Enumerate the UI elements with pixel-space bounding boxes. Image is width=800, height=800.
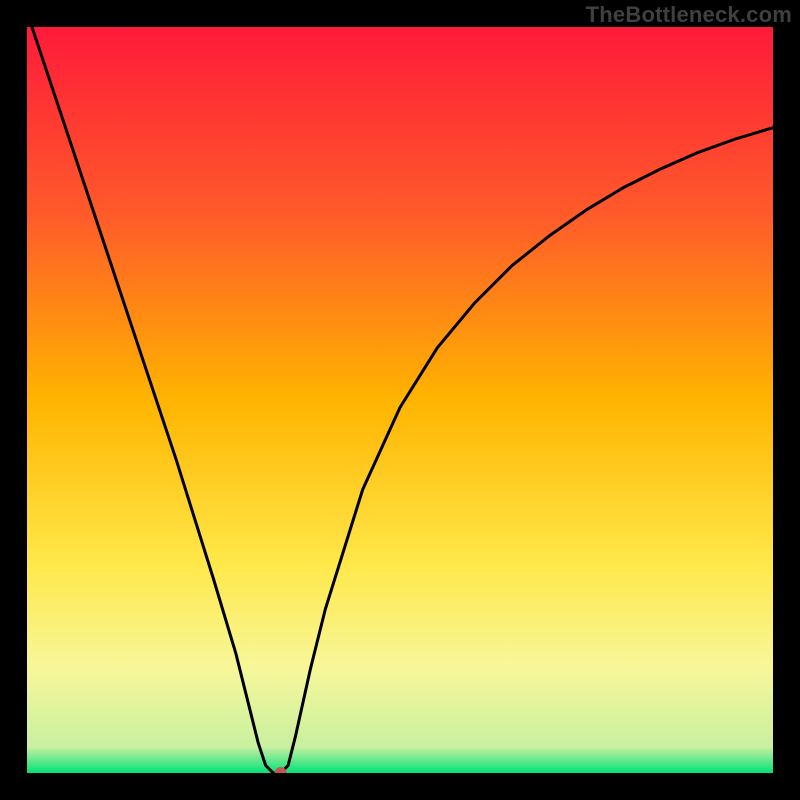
chart-frame: TheBottleneck.com	[0, 0, 800, 800]
chart-svg	[27, 27, 773, 773]
plot-area	[27, 27, 773, 773]
watermark-label: TheBottleneck.com	[586, 2, 792, 28]
gradient-background	[27, 27, 773, 773]
